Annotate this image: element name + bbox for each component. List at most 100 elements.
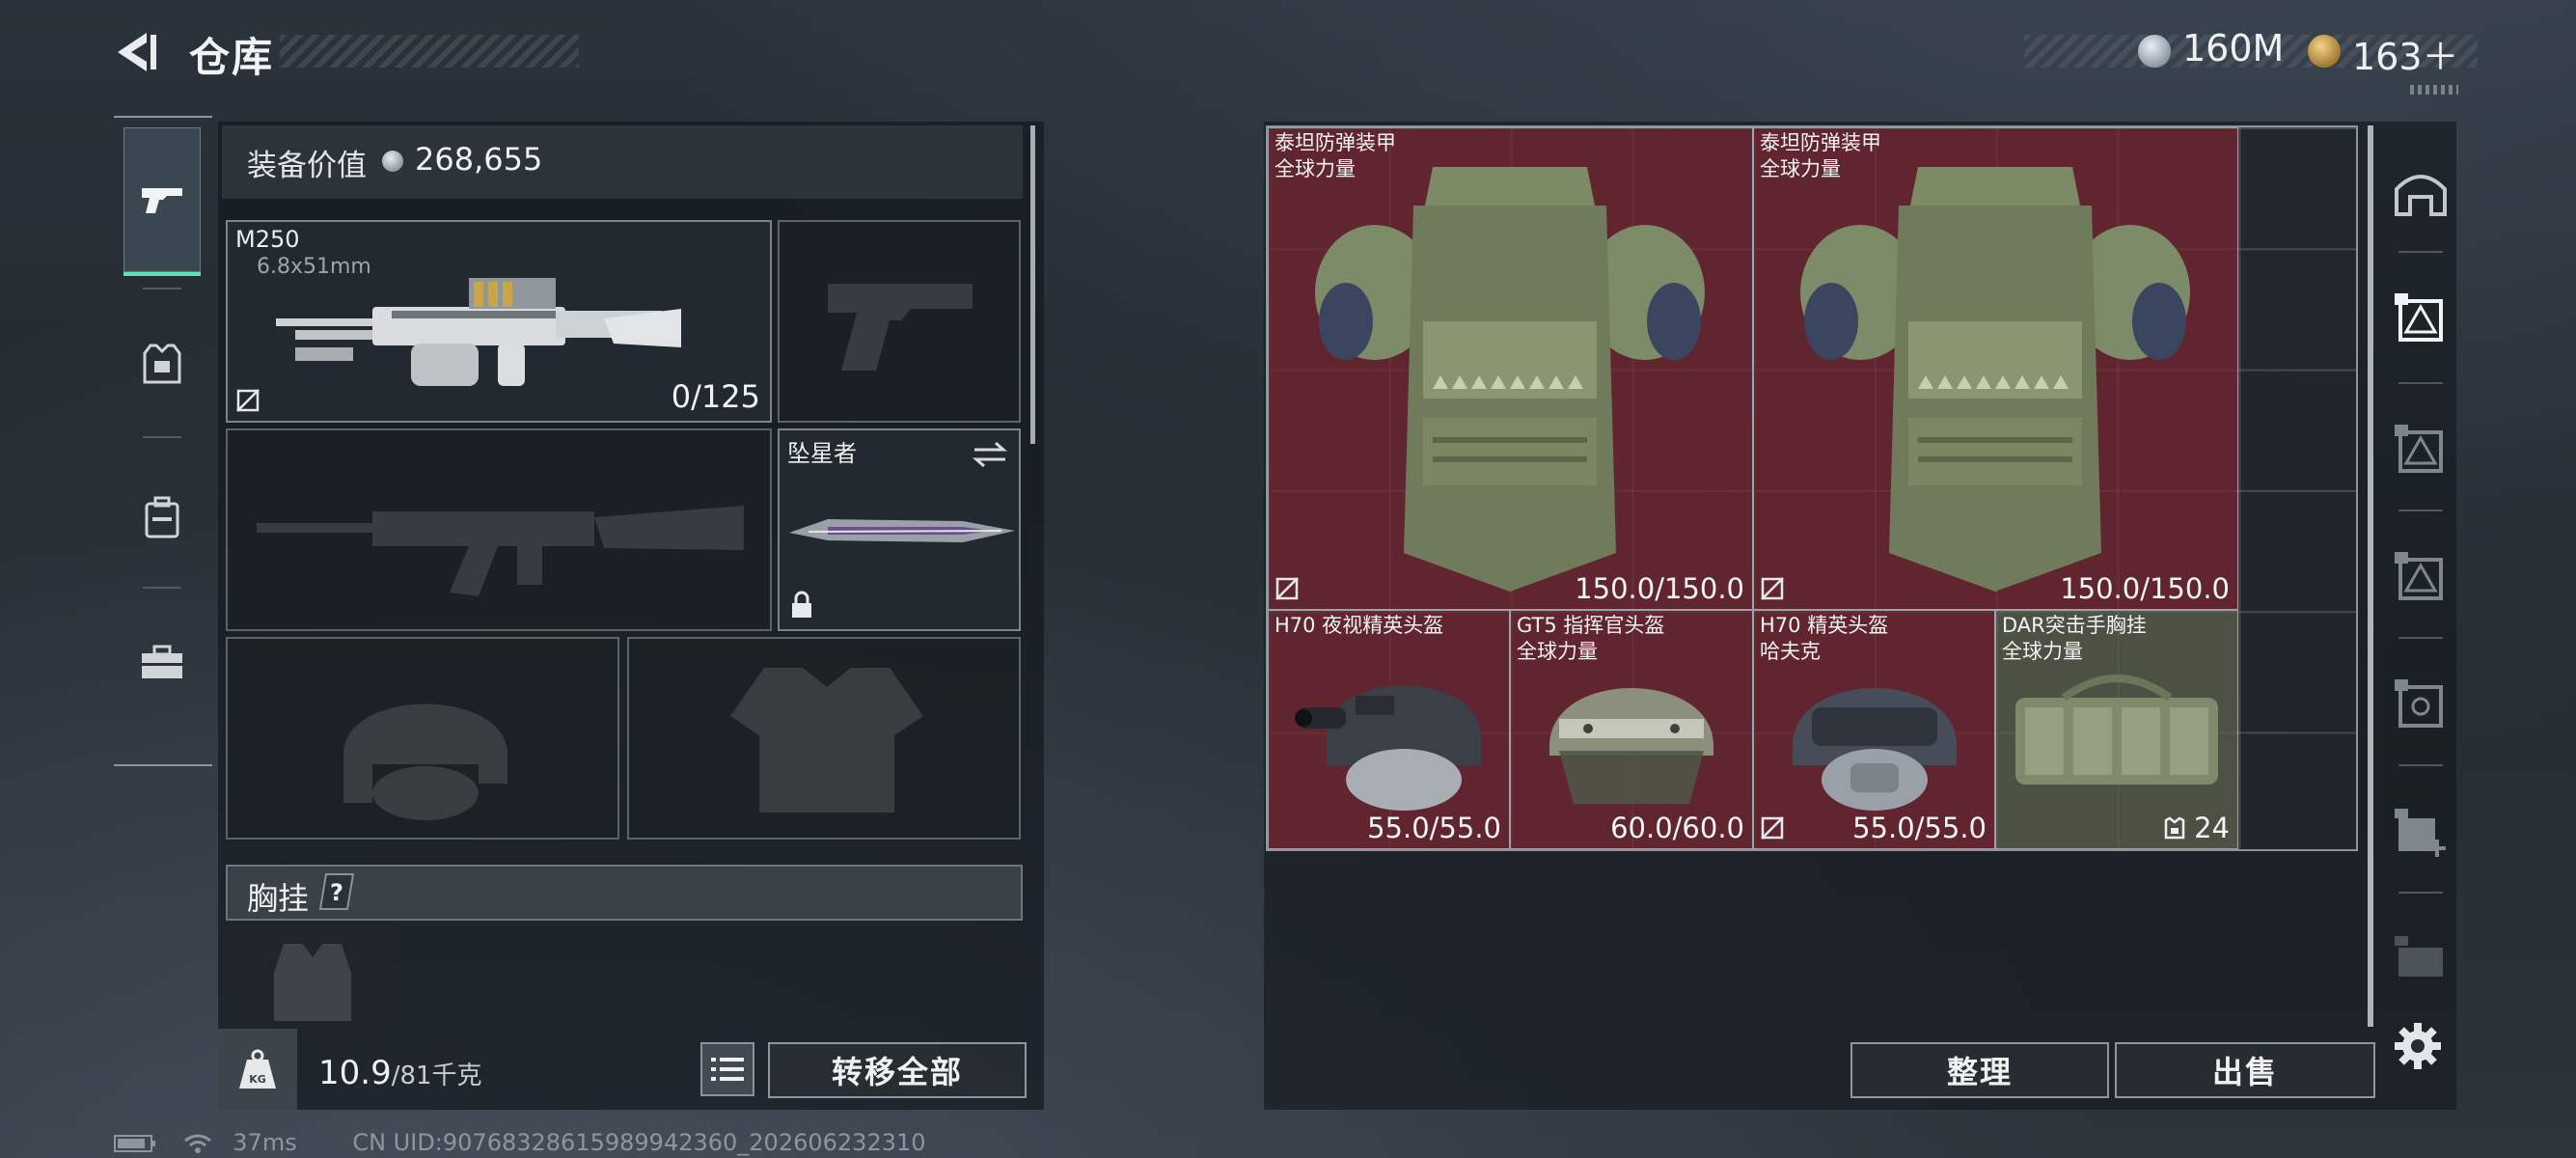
storage-tab-1[interactable] — [2383, 261, 2458, 376]
storage-item-h70-elite-helmet[interactable]: H70 精英头盔 哈夫克 55.0/55.0 — [1753, 610, 1995, 849]
rail-tab-toolbox[interactable] — [123, 591, 201, 735]
help-glyph: ? — [330, 879, 343, 906]
storage-tab-1-icon — [2395, 293, 2443, 342]
item-name: H70 精英头盔 — [1760, 614, 1889, 637]
chest-rig-slot[interactable] — [226, 924, 396, 1040]
swap-icon[interactable] — [971, 440, 1009, 469]
equipment-value: 268,655 — [415, 141, 543, 178]
list-view-button[interactable] — [700, 1042, 754, 1096]
storage-tab-3-icon — [2395, 552, 2443, 600]
storage-all-icon — [2395, 175, 2447, 216]
item-capacity: 24 — [2164, 812, 2230, 844]
no-insurance-icon — [1761, 577, 1784, 600]
storage-tab-3[interactable] — [2383, 519, 2458, 635]
weight-current: 10.9 — [318, 1054, 392, 1092]
armor-silhouette-icon — [730, 668, 923, 813]
rail-tab-backpack[interactable] — [123, 446, 201, 591]
storage-tab-all[interactable] — [2383, 135, 2458, 251]
gt5-commander-helmet-image — [1549, 688, 1713, 804]
rifle-silhouette-icon — [257, 506, 744, 596]
decoration-dots — [2410, 85, 2458, 95]
storage-item-dar-chest-rig[interactable]: DAR突击手胸挂 全球力量 24 — [1995, 610, 2238, 849]
no-insurance-icon — [1275, 577, 1299, 600]
rail-tab-armor[interactable] — [123, 291, 201, 436]
helmet-silhouette-icon — [343, 703, 507, 820]
item-durability: 150.0/150.0 — [2060, 572, 2230, 605]
item-durability: 55.0/55.0 — [1367, 812, 1501, 844]
storage-item-gt5-commander-helmet[interactable]: GT5 指挥官头盔 全球力量 60.0/60.0 — [1510, 610, 1753, 849]
item-durability: 60.0/60.0 — [1610, 812, 1744, 844]
title-decoration — [280, 35, 579, 68]
melee-name: 坠星者 — [787, 440, 857, 467]
h70-elite-helmet-image — [1793, 688, 1957, 811]
battery-icon — [114, 1135, 155, 1152]
pistol-icon — [142, 188, 182, 213]
no-insurance-icon — [1761, 816, 1784, 840]
armor-vest-icon — [143, 344, 181, 384]
storage-tab-add[interactable] — [2383, 774, 2458, 890]
carry-weight: 10.9/81千克 — [318, 1054, 482, 1092]
storage-item-armor-2[interactable]: 泰坦防弹装甲 全球力量 150.0/150.0 — [1753, 127, 2238, 610]
equipment-value-label: 装备价值 — [247, 149, 367, 183]
storage-tab-4[interactable] — [2383, 647, 2458, 762]
storage-tab-add-icon — [2395, 809, 2446, 857]
kg-label: KG — [249, 1073, 266, 1086]
sell-button[interactable]: 出售 — [2115, 1042, 2375, 1098]
transfer-all-button[interactable]: 转移全部 — [768, 1042, 1027, 1098]
melee-slot[interactable]: 坠星者 — [778, 428, 1021, 631]
storage-tab-2-icon — [2395, 425, 2443, 473]
pistol-slot[interactable] — [778, 220, 1021, 423]
status-bar: 37ms CN UID:90768328615989942360_2026062… — [114, 1129, 926, 1156]
gold-coin-icon — [2308, 35, 2341, 68]
storage-tab-2[interactable] — [2383, 392, 2458, 508]
storage-item-h70-nv-helmet[interactable]: H70 夜视精英头盔 55.0/55.0 — [1268, 610, 1510, 849]
titan-body-armor-image — [1315, 167, 1705, 592]
no-insurance-icon — [236, 389, 260, 412]
equipment-scrollbar[interactable] — [1030, 125, 1035, 444]
silver-coin-icon — [2138, 35, 2171, 68]
chest-rig-silhouette-icon — [274, 944, 351, 1021]
chest-rig-label: 胸挂 — [247, 880, 310, 917]
titan-body-armor-image — [1800, 167, 2190, 592]
lock-icon — [792, 591, 811, 618]
storage-tab-rail — [2383, 125, 2458, 1033]
primary-weapon-slot[interactable]: M250 6.8x51mm 0/125 — [226, 220, 772, 423]
h70-night-vision-helmet-image — [1295, 685, 1481, 811]
body-armor-slot[interactable] — [627, 637, 1021, 840]
storage-scrollbar[interactable] — [2368, 125, 2373, 1027]
ping-value: 37ms — [233, 1129, 297, 1156]
silver-coin-icon — [382, 151, 403, 172]
backpack-icon — [145, 496, 179, 538]
silver-currency-value[interactable]: 160M — [2182, 27, 2284, 69]
item-name: GT5 指挥官头盔 — [1517, 614, 1665, 637]
m250-machine-gun-image — [276, 278, 681, 386]
secondary-weapon-slot[interactable] — [226, 428, 772, 631]
help-icon: ? — [318, 873, 355, 910]
page-title: 仓库 — [189, 34, 275, 81]
settings-button[interactable] — [2393, 1021, 2443, 1071]
rail-tab-weapons[interactable] — [123, 127, 201, 276]
gold-currency-value[interactable]: 163＋ — [2352, 27, 2459, 80]
item-name: DAR突击手胸挂 — [2002, 614, 2147, 637]
back-button[interactable] — [114, 29, 160, 75]
item-faction: 全球力量 — [2002, 640, 2083, 663]
weapon-name: M250 — [235, 226, 300, 253]
help-button[interactable]: ? — [318, 872, 355, 911]
list-icon — [711, 1058, 744, 1081]
weight-kg-icon: KG — [239, 1049, 276, 1089]
uid-text: CN UID:90768328615989942360_202606232310 — [352, 1129, 926, 1156]
weight-indicator: KG — [218, 1029, 297, 1110]
helmet-slot[interactable] — [226, 637, 619, 840]
capacity-value: 24 — [2194, 812, 2230, 844]
gear-icon — [2395, 1023, 2441, 1069]
item-durability: 150.0/150.0 — [1575, 572, 1744, 605]
pistol-silhouette-icon — [828, 284, 973, 371]
storage-tab-4-icon — [2395, 679, 2443, 728]
weapon-ammo-count: 0/125 — [671, 378, 760, 415]
wifi-icon — [183, 1134, 211, 1153]
storage-item-armor-1[interactable]: 泰坦防弹装甲 全球力量 150.0/150.0 — [1268, 127, 1753, 610]
star-breaker-knife-image — [789, 519, 1015, 542]
sort-button[interactable]: 整理 — [1850, 1042, 2109, 1098]
storage-tab-locked[interactable] — [2383, 901, 2458, 1017]
weight-max: /81千克 — [391, 1062, 482, 1090]
